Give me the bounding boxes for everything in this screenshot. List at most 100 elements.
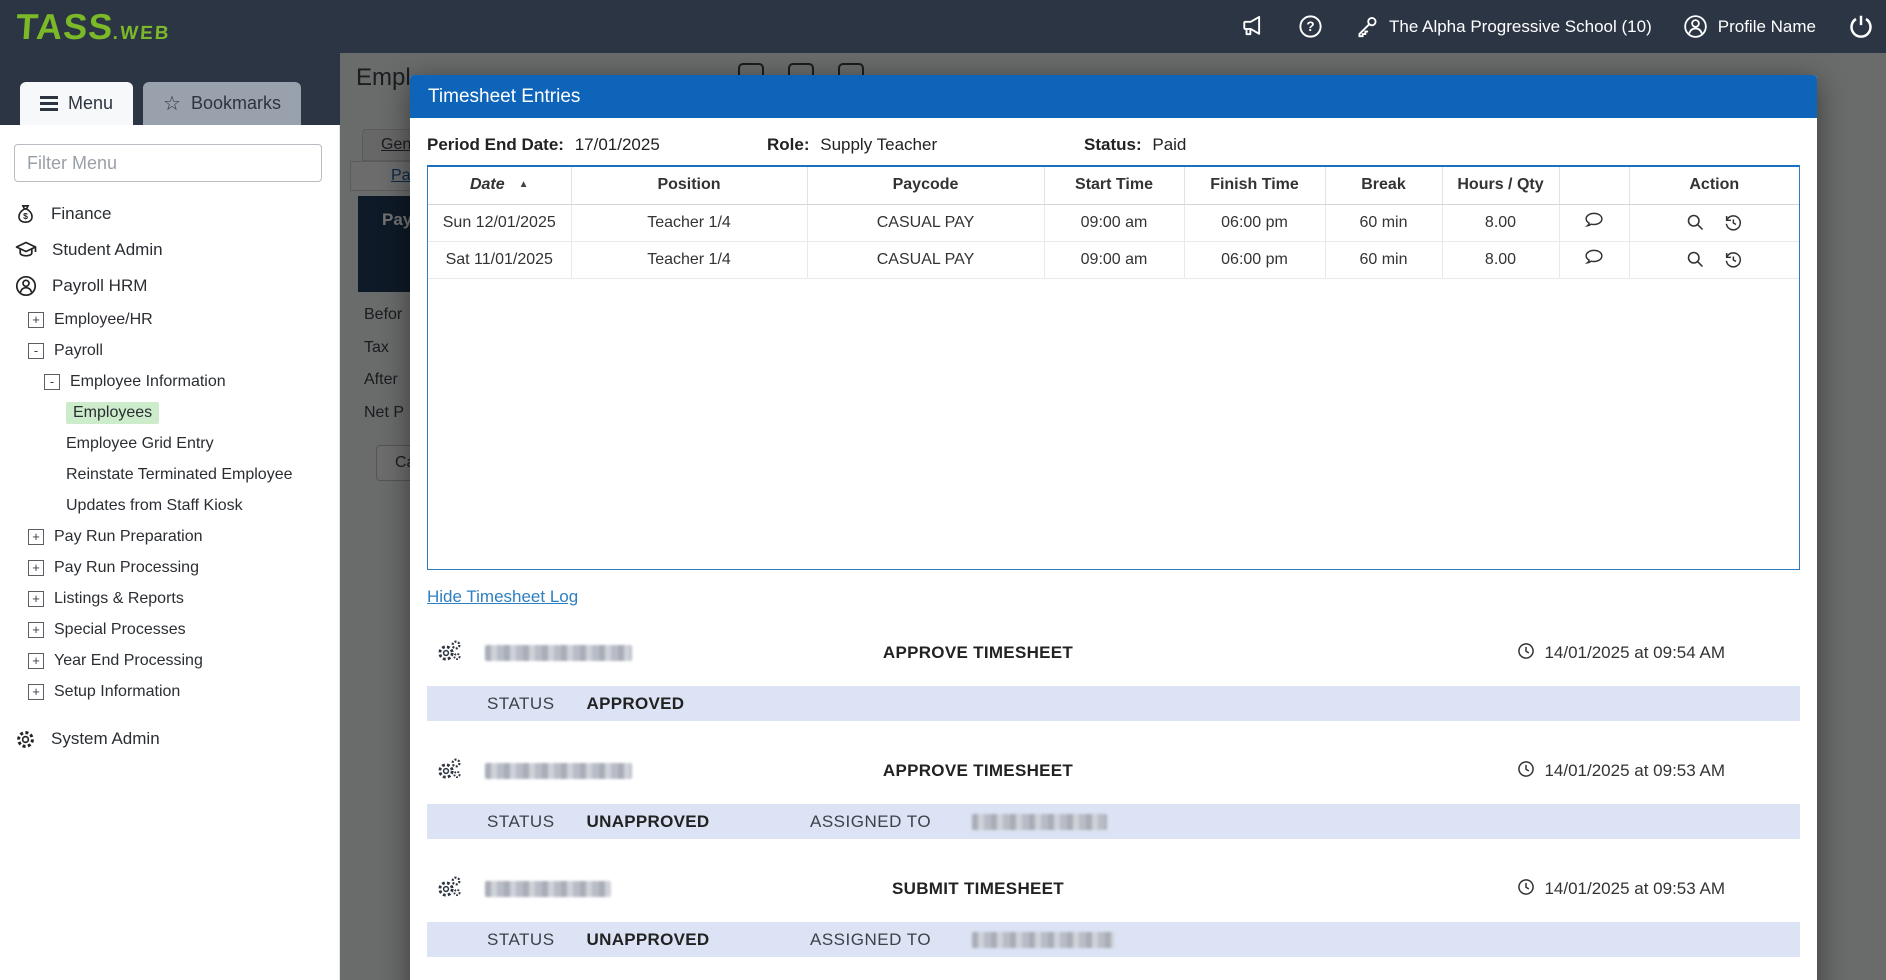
role-value: Supply Teacher — [820, 135, 937, 154]
announcements-button[interactable] — [1240, 13, 1267, 40]
log-action-text: APPROVE TIMESHEET — [883, 643, 1073, 663]
timesheet-row: Sun 12/01/2025 Teacher 1/4 CASUAL PAY 09… — [428, 204, 1799, 241]
search-icon[interactable] — [1685, 249, 1706, 270]
redacted-user-name — [972, 932, 1114, 948]
sidebar: $ Finance Student Admin Payroll HRM + Em… — [0, 125, 340, 980]
clock-icon — [1516, 759, 1536, 784]
sidebar-item-employees[interactable]: Employees — [0, 397, 339, 428]
expand-icon[interactable]: + — [28, 560, 44, 576]
sort-ascending-icon: ▲ — [519, 179, 529, 190]
collapse-icon[interactable]: - — [28, 343, 44, 359]
timesheet-row: Sat 11/01/2025 Teacher 1/4 CASUAL PAY 09… — [428, 241, 1799, 278]
log-entry: APPROVE TIMESHEET 14/01/2025 at 09:53 AM… — [427, 751, 1800, 839]
sidebar-item-setup-information[interactable]: + Setup Information — [0, 676, 339, 707]
status-value: APPROVED — [587, 694, 685, 714]
comment-icon[interactable] — [1583, 209, 1605, 231]
settings-gears-icon — [435, 755, 463, 788]
expand-icon[interactable]: + — [28, 529, 44, 545]
help-button[interactable]: ? — [1297, 13, 1324, 40]
clock-icon — [1516, 641, 1536, 666]
expand-icon[interactable]: + — [28, 591, 44, 607]
modal-title: Timesheet Entries — [410, 75, 1817, 118]
hide-timesheet-log-link[interactable]: Hide Timesheet Log — [427, 587, 578, 607]
assigned-to-label: ASSIGNED TO — [810, 812, 931, 832]
sidebar-item-employee-hr[interactable]: + Employee/HR — [0, 304, 339, 335]
sidebar-tab-strip: Menu ☆ Bookmarks — [0, 53, 340, 125]
sidebar-item-system-admin[interactable]: System Admin — [0, 721, 339, 757]
tab-bookmarks[interactable]: ☆ Bookmarks — [143, 82, 301, 125]
sidebar-item-payroll-hrm[interactable]: Payroll HRM — [0, 268, 339, 304]
column-header-break[interactable]: Break — [1325, 167, 1442, 204]
key-icon — [1354, 14, 1380, 40]
school-name: The Alpha Progressive School (10) — [1389, 17, 1652, 37]
column-header-date[interactable]: Date▲ — [428, 167, 571, 204]
column-header-start-time[interactable]: Start Time — [1044, 167, 1184, 204]
school-selector[interactable]: The Alpha Progressive School (10) — [1354, 14, 1652, 40]
megaphone-icon — [1240, 13, 1267, 40]
sidebar-item-updates-from-staff-kiosk[interactable]: Updates from Staff Kiosk — [0, 490, 339, 521]
sidebar-item-special-processes[interactable]: + Special Processes — [0, 614, 339, 645]
logout-button[interactable] — [1846, 12, 1876, 42]
expand-icon[interactable]: + — [28, 684, 44, 700]
tab-menu[interactable]: Menu — [20, 82, 133, 125]
log-timestamp: 14/01/2025 at 09:54 AM — [1544, 643, 1725, 663]
menu-tree: $ Finance Student Admin Payroll HRM + Em… — [0, 188, 339, 757]
sidebar-item-finance[interactable]: $ Finance — [0, 196, 339, 232]
log-status-bar: STATUS APPROVED — [427, 686, 1800, 721]
sidebar-item-year-end-processing[interactable]: + Year End Processing — [0, 645, 339, 676]
profile-name: Profile Name — [1718, 17, 1816, 37]
cell-date: Sat 11/01/2025 — [428, 241, 571, 278]
expand-icon[interactable]: + — [28, 312, 44, 328]
status-value: UNAPPROVED — [587, 930, 710, 950]
log-timestamp: 14/01/2025 at 09:53 AM — [1544, 879, 1725, 899]
expand-icon[interactable]: + — [28, 653, 44, 669]
cell-hours-qty: 8.00 — [1442, 241, 1559, 278]
log-action-text: APPROVE TIMESHEET — [883, 761, 1073, 781]
cell-start-time: 09:00 am — [1044, 204, 1184, 241]
clock-icon — [1516, 877, 1536, 902]
sidebar-item-listings-reports[interactable]: + Listings & Reports — [0, 583, 339, 614]
cell-finish-time: 06:00 pm — [1184, 204, 1325, 241]
sidebar-item-payroll[interactable]: - Payroll — [0, 335, 339, 366]
status-value: UNAPPROVED — [587, 812, 710, 832]
cell-start-time: 09:00 am — [1044, 241, 1184, 278]
search-icon[interactable] — [1685, 212, 1706, 233]
comment-icon[interactable] — [1583, 246, 1605, 268]
column-header-position[interactable]: Position — [571, 167, 807, 204]
svg-text:?: ? — [1306, 19, 1314, 34]
timesheet-entries-modal: Timesheet Entries Period End Date: 17/01… — [410, 75, 1817, 980]
collapse-icon[interactable]: - — [44, 374, 60, 390]
column-header-finish-time[interactable]: Finish Time — [1184, 167, 1325, 204]
column-header-hours-qty[interactable]: Hours / Qty — [1442, 167, 1559, 204]
cell-hours-qty: 8.00 — [1442, 204, 1559, 241]
graduation-cap-icon — [14, 238, 38, 262]
profile-menu[interactable]: Profile Name — [1682, 13, 1816, 40]
cell-break: 60 min — [1325, 241, 1442, 278]
log-action-text: SUBMIT TIMESHEET — [892, 879, 1064, 899]
history-icon[interactable] — [1722, 212, 1743, 233]
sidebar-item-student-admin[interactable]: Student Admin — [0, 232, 339, 268]
status-label: STATUS — [487, 812, 555, 832]
cell-break: 60 min — [1325, 204, 1442, 241]
status-label: STATUS — [487, 694, 555, 714]
sidebar-item-employee-information[interactable]: - Employee Information — [0, 366, 339, 397]
cell-position: Teacher 1/4 — [571, 204, 807, 241]
redacted-user-name — [485, 645, 632, 661]
settings-gears-icon — [435, 637, 463, 670]
status-label: STATUS — [487, 930, 555, 950]
redacted-user-name — [485, 763, 632, 779]
log-timestamp: 14/01/2025 at 09:53 AM — [1544, 761, 1725, 781]
filter-menu-input[interactable] — [14, 144, 322, 182]
tass-web-logo: TASS.WEB — [15, 6, 173, 48]
history-icon[interactable] — [1722, 249, 1743, 270]
sidebar-item-pay-run-processing[interactable]: + Pay Run Processing — [0, 552, 339, 583]
content-area: Empl Gen Pa Pay Befor Tax After Net P Ca… — [340, 53, 1886, 980]
sidebar-item-pay-run-preparation[interactable]: + Pay Run Preparation — [0, 521, 339, 552]
log-status-bar: STATUS UNAPPROVED ASSIGNED TO — [427, 804, 1800, 839]
expand-icon[interactable]: + — [28, 622, 44, 638]
period-end-date-label: Period End Date: — [427, 135, 564, 154]
column-header-paycode[interactable]: Paycode — [807, 167, 1044, 204]
timesheet-info-row: Period End Date: 17/01/2025 Role: Supply… — [427, 133, 1800, 157]
sidebar-item-reinstate-terminated-employee[interactable]: Reinstate Terminated Employee — [0, 459, 339, 490]
sidebar-item-employee-grid-entry[interactable]: Employee Grid Entry — [0, 428, 339, 459]
